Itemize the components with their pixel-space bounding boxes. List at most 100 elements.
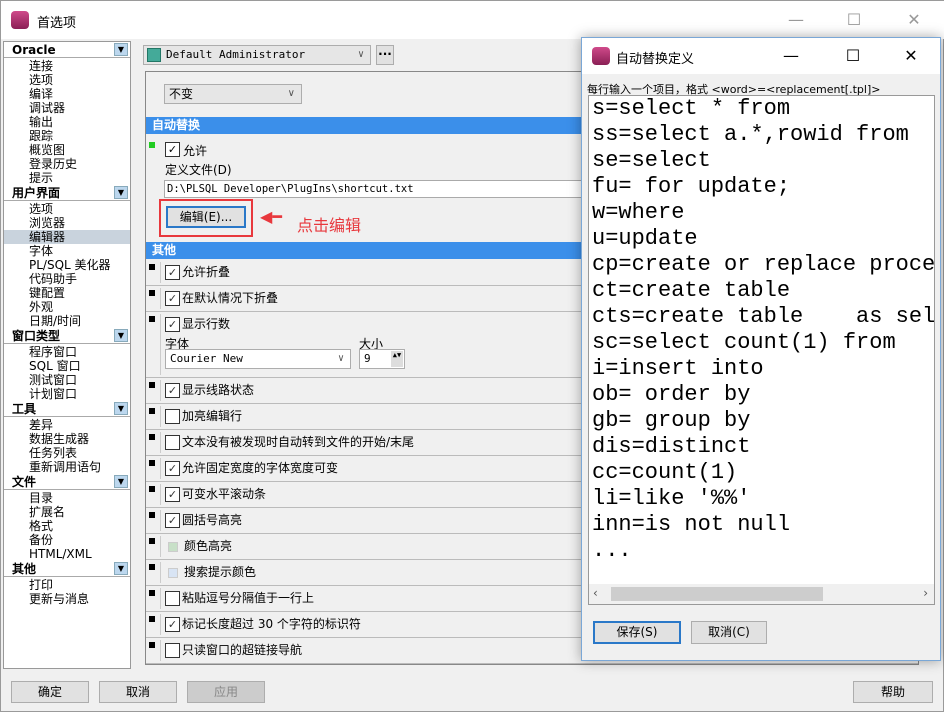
divider — [160, 510, 161, 531]
sidebar-item[interactable]: 字体 — [4, 244, 130, 258]
row-marker — [149, 512, 155, 518]
dialog-cancel-button[interactable]: 取消(C) — [691, 621, 767, 644]
option-checkbox[interactable]: ✓ — [165, 617, 180, 632]
row-marker — [149, 460, 155, 466]
spinner-arrows-icon[interactable]: ▲▼ — [391, 351, 403, 367]
chevron-down-icon[interactable]: ▼ — [114, 186, 128, 199]
sidebar-item[interactable]: 输出 — [4, 115, 130, 129]
sidebar-group-header[interactable]: 窗口类型 ▼ — [4, 328, 130, 344]
divider — [160, 562, 161, 583]
sidebar-item[interactable]: 编译 — [4, 87, 130, 101]
sidebar-item[interactable]: 目录 — [4, 491, 130, 505]
annotation-text: 点击编辑 — [297, 216, 362, 235]
option-checkbox[interactable]: ✓ — [165, 317, 180, 332]
color-swatch[interactable] — [168, 568, 178, 578]
close-button[interactable]: ✕ — [891, 5, 937, 35]
code-line: ct=create table — [592, 278, 791, 303]
sidebar-item[interactable]: 登录历史 — [4, 157, 130, 171]
chevron-down-icon: ∨ — [337, 353, 344, 364]
code-line: ob= order by — [592, 382, 751, 407]
option-checkbox[interactable]: ✓ — [165, 513, 180, 528]
minimize-button[interactable]: — — [773, 5, 819, 35]
sidebar-group-header[interactable]: Oracle ▼ — [4, 42, 130, 58]
sidebar-item[interactable]: 数据生成器 — [4, 432, 130, 446]
chevron-down-icon[interactable]: ▼ — [114, 329, 128, 342]
case-select[interactable]: 不变 ∨ — [164, 84, 302, 104]
apply-button[interactable]: 应用 — [187, 681, 265, 703]
autoreplace-allow-checkbox[interactable]: ✓ — [165, 142, 180, 157]
users-icon — [147, 48, 161, 62]
scrollbar-thumb[interactable] — [611, 587, 823, 601]
sidebar-group-header[interactable]: 工具 ▼ — [4, 401, 130, 417]
dialog-minimize-button[interactable]: — — [768, 41, 814, 71]
scroll-right-icon[interactable]: › — [923, 586, 928, 600]
edit-button[interactable]: 编辑(E)... — [166, 206, 246, 228]
sidebar-item[interactable]: 键配置 — [4, 286, 130, 300]
row-marker — [149, 290, 155, 296]
chevron-down-icon[interactable]: ▼ — [114, 562, 128, 575]
sidebar-item[interactable]: 提示 — [4, 171, 130, 185]
dialog-save-button[interactable]: 保存(S) — [593, 621, 681, 644]
sidebar-item[interactable]: 扩展名 — [4, 505, 130, 519]
sidebar-group-header[interactable]: 其他 ▼ — [4, 561, 130, 577]
sidebar-item[interactable]: 代码助手 — [4, 272, 130, 286]
sidebar-item[interactable]: 概览图 — [4, 143, 130, 157]
sidebar-item[interactable]: 更新与消息 — [4, 592, 130, 606]
scroll-left-icon[interactable]: ‹ — [593, 586, 598, 600]
sidebar-item[interactable]: 日期/时间 — [4, 314, 130, 328]
option-checkbox[interactable]: ✓ — [165, 265, 180, 280]
dialog-close-button[interactable]: ✕ — [888, 41, 934, 71]
cancel-button[interactable]: 取消 — [99, 681, 177, 703]
sidebar-item[interactable]: 跟踪 — [4, 129, 130, 143]
option-checkbox[interactable]: ✓ — [165, 383, 180, 398]
color-swatch[interactable] — [168, 542, 178, 552]
window-title: 首选项 — [37, 16, 77, 31]
sidebar-item[interactable]: SQL 窗口 — [4, 359, 130, 373]
chevron-down-icon[interactable]: ▼ — [114, 475, 128, 488]
sidebar-item[interactable]: 重新调用语句 — [4, 460, 130, 474]
option-checkbox[interactable]: ✓ — [165, 291, 180, 306]
option-checkbox[interactable] — [165, 643, 180, 658]
chevron-down-icon[interactable]: ▼ — [114, 43, 128, 56]
code-line: i=insert into — [592, 356, 764, 381]
sidebar-item[interactable]: 调试器 — [4, 101, 130, 115]
sidebar-group-header[interactable]: 文件 ▼ — [4, 474, 130, 490]
option-label: 粘贴逗号分隔值于一行上 — [182, 591, 315, 605]
sidebar-item[interactable]: 差异 — [4, 418, 130, 432]
sidebar-item[interactable]: 外观 — [4, 300, 130, 314]
sidebar-item[interactable]: PL/SQL 美化器 — [4, 258, 130, 272]
sidebar-item[interactable]: 打印 — [4, 578, 130, 592]
option-label: 只读窗口的超链接导航 — [182, 643, 303, 657]
horizontal-scrollbar[interactable]: ‹ › — [589, 584, 934, 604]
line-number-size-spinner[interactable]: 9 ▲▼ — [359, 349, 405, 369]
chevron-down-icon[interactable]: ▼ — [114, 402, 128, 415]
profile-select[interactable]: Default Administrator ∨ — [143, 45, 371, 65]
sidebar-item[interactable]: 计划窗口 — [4, 387, 130, 401]
line-number-font-select[interactable]: Courier New ∨ — [165, 349, 351, 369]
maximize-button[interactable]: ☐ — [831, 5, 877, 35]
code-line: s=select * from — [592, 96, 791, 121]
sidebar-group-header[interactable]: 用户界面 ▼ — [4, 185, 130, 201]
sidebar-item[interactable]: 浏览器 — [4, 216, 130, 230]
sidebar-item[interactable]: HTML/XML — [4, 547, 130, 561]
option-checkbox[interactable] — [165, 435, 180, 450]
dialog-maximize-button[interactable]: ☐ — [830, 41, 876, 71]
sidebar-item[interactable]: 格式 — [4, 519, 130, 533]
option-checkbox[interactable] — [165, 591, 180, 606]
sidebar-item[interactable]: 连接 — [4, 59, 130, 73]
code-line: fu= for update; — [592, 174, 791, 199]
sidebar-item[interactable]: 测试窗口 — [4, 373, 130, 387]
option-checkbox[interactable] — [165, 409, 180, 424]
ok-button[interactable]: 确定 — [11, 681, 89, 703]
option-checkbox[interactable]: ✓ — [165, 487, 180, 502]
sidebar-item[interactable]: 选项 — [4, 73, 130, 87]
profile-more-button[interactable]: ··· — [376, 45, 394, 65]
sidebar-item[interactable]: 选项 — [4, 202, 130, 216]
sidebar-item[interactable]: 程序窗口 — [4, 345, 130, 359]
help-button[interactable]: 帮助 — [853, 681, 933, 703]
option-checkbox[interactable]: ✓ — [165, 461, 180, 476]
replacement-editor[interactable]: s=select * from ss=select a.*,rowid from s… — [588, 95, 935, 605]
sidebar-item[interactable]: 任务列表 — [4, 446, 130, 460]
sidebar-item[interactable]: 备份 — [4, 533, 130, 547]
sidebar-item[interactable]: 编辑器 — [4, 230, 130, 244]
